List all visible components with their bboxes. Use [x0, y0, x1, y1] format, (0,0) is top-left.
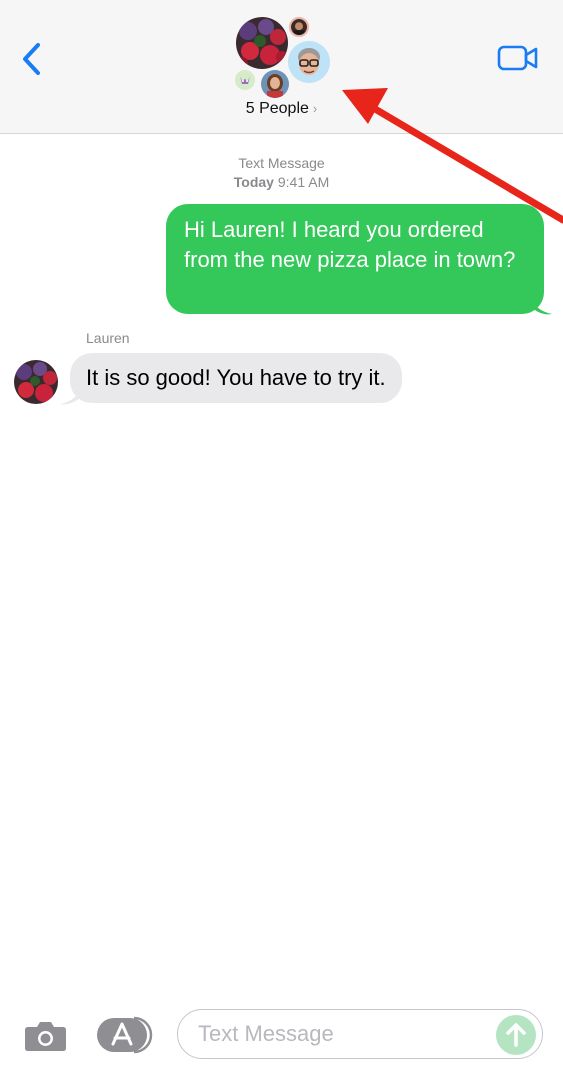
- outgoing-message-bubble[interactable]: Hi Lauren! I heard you ordered from the …: [166, 204, 544, 314]
- group-avatars[interactable]: [230, 14, 334, 100]
- people-count-label: 5 People: [245, 100, 309, 117]
- camera-icon: [25, 1022, 66, 1051]
- app-store-icon: [97, 1016, 153, 1054]
- app-store-button[interactable]: [96, 1016, 154, 1054]
- video-camera-icon: [497, 45, 538, 71]
- chevron-right-icon: ›: [312, 101, 318, 116]
- avatar-contact-3: [288, 41, 330, 83]
- incoming-message-bubble[interactable]: It is so good! You have to try it.: [70, 353, 402, 403]
- send-button[interactable]: [496, 1015, 536, 1055]
- outgoing-bubble-tail: [530, 292, 552, 315]
- message-input-bar: [0, 1000, 563, 1068]
- avatar-contact-2: [289, 17, 309, 37]
- message-timestamp: Today 9:41 AM: [0, 173, 563, 191]
- back-button[interactable]: [18, 40, 46, 78]
- timestamp-day: Today: [233, 174, 274, 190]
- camera-button[interactable]: [24, 1019, 67, 1052]
- avatar-lauren: [236, 17, 288, 69]
- service-label: Text Message: [238, 155, 325, 171]
- sender-name: Lauren: [86, 330, 130, 346]
- message-text-field[interactable]: [177, 1009, 543, 1059]
- avatar-contact-4: [235, 70, 255, 90]
- messages-screen: 5 People › Text Message Today 9:41 AM Hi …: [0, 0, 563, 1068]
- arrow-up-icon: [506, 1023, 526, 1047]
- group-details-button[interactable]: 5 People ›: [0, 100, 563, 118]
- chevron-left-icon: [23, 43, 40, 75]
- conversation-header: 5 People ›: [0, 0, 563, 134]
- facetime-video-button[interactable]: [497, 44, 539, 72]
- timestamp-time: 9:41 AM: [277, 174, 330, 190]
- avatar-contact-5: [261, 70, 289, 98]
- sender-avatar[interactable]: [14, 360, 58, 404]
